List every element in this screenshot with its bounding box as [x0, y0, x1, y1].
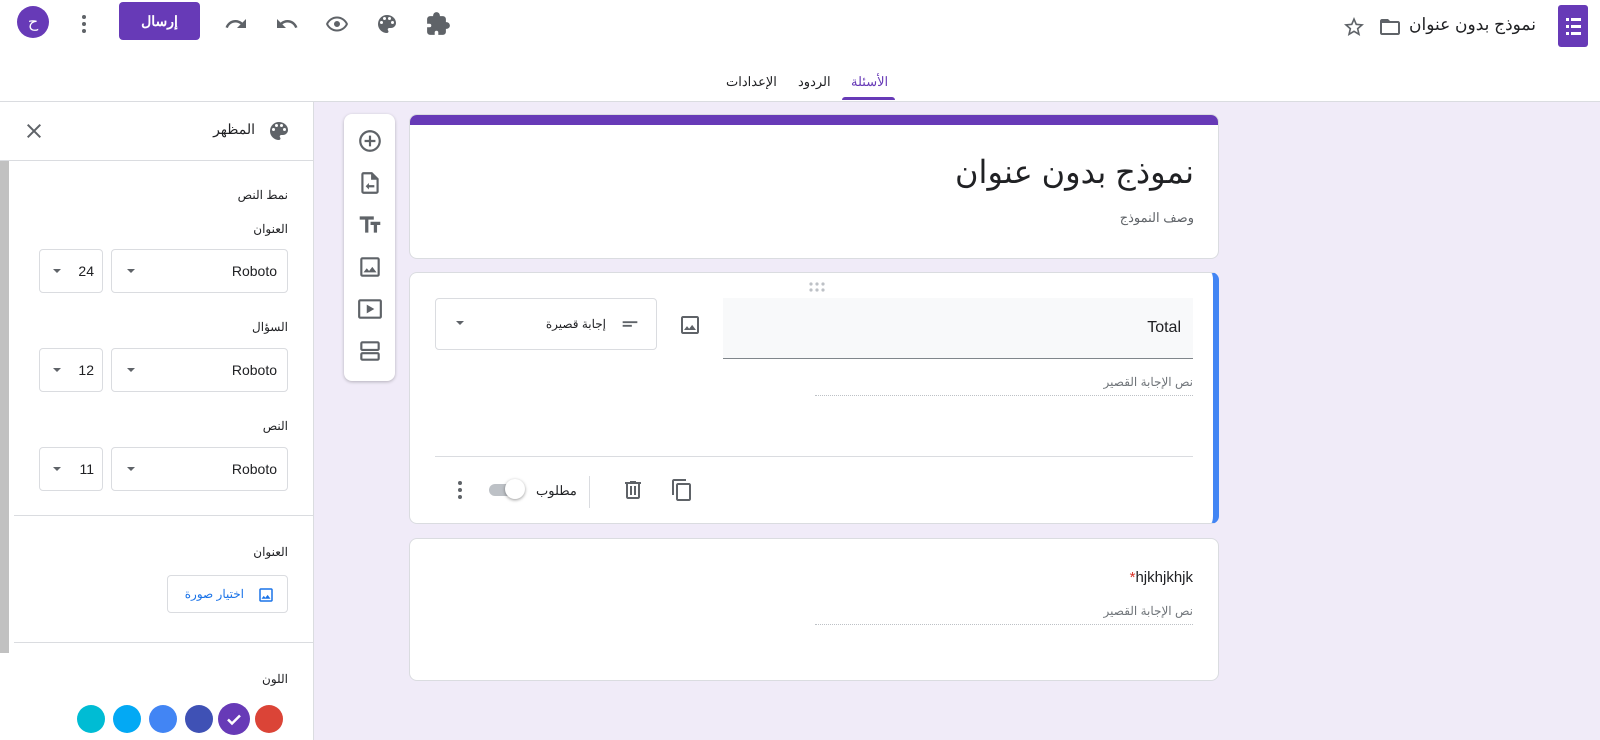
- add-title-icon[interactable]: [357, 212, 383, 238]
- chevron-down-icon: [453, 316, 467, 330]
- question-footer-divider: [435, 456, 1193, 457]
- image-icon: [257, 586, 275, 604]
- delete-icon[interactable]: [621, 478, 645, 502]
- question-type-label: إجابة قصيرة: [545, 317, 606, 331]
- question-card[interactable]: *hjkhjkhjk نص الإجابة القصير: [409, 538, 1219, 681]
- text-size-select[interactable]: 11: [39, 447, 103, 491]
- palette-icon: [267, 119, 291, 143]
- form-title[interactable]: نموذج بدون عنوان: [955, 153, 1194, 191]
- choose-image-button[interactable]: اختيار صورة: [167, 575, 288, 613]
- panel-divider: [14, 642, 314, 643]
- footer-vertical-divider: [589, 476, 590, 508]
- color-swatch-blue[interactable]: [149, 705, 177, 733]
- short-answer-placeholder: نص الإجابة القصير: [815, 604, 1193, 625]
- check-icon: [227, 714, 241, 726]
- chevron-down-icon: [50, 264, 64, 278]
- header-size-value: 24: [78, 263, 94, 279]
- form-title-card[interactable]: نموذج بدون عنوان وصف النموذج: [409, 114, 1219, 259]
- tab-questions[interactable]: الأسئلة: [851, 74, 888, 90]
- question-size-select[interactable]: 12: [39, 348, 103, 392]
- add-video-icon[interactable]: [357, 296, 383, 322]
- theme-panel-header: المظهر: [0, 102, 313, 161]
- color-swatch-cyan[interactable]: [77, 705, 105, 733]
- top-bar: نموذج بدون عنوان إرسال ح الأسئلة الردود …: [0, 0, 1600, 102]
- required-label: مطلوب: [536, 483, 577, 498]
- addon-icon[interactable]: [426, 12, 450, 36]
- redo-icon[interactable]: [224, 12, 248, 36]
- tab-responses[interactable]: الردود: [798, 74, 831, 90]
- required-toggle[interactable]: [487, 479, 525, 499]
- tab-selected-indicator: [842, 97, 895, 100]
- chevron-down-icon: [124, 264, 138, 278]
- short-text-icon: [619, 313, 641, 335]
- duplicate-icon[interactable]: [670, 478, 694, 502]
- more-vert-icon[interactable]: [72, 12, 96, 36]
- chevron-down-icon: [50, 462, 64, 476]
- header-font-label: العنوان: [253, 222, 288, 236]
- form-description-field[interactable]: وصف النموذج: [1120, 210, 1194, 226]
- question-card-active[interactable]: Total إجابة قصيرة نص الإجابة القصير مطلو…: [409, 272, 1219, 524]
- header-image-label: العنوان: [253, 545, 288, 559]
- text-size-value: 11: [79, 461, 94, 477]
- question-toolbar: [344, 114, 395, 381]
- add-section-icon[interactable]: [357, 338, 383, 364]
- question-title-text: Total: [1147, 319, 1181, 336]
- theme-panel-title: المظهر: [213, 121, 255, 137]
- short-answer-placeholder: نص الإجابة القصير: [815, 375, 1193, 396]
- preview-eye-icon[interactable]: [325, 12, 349, 36]
- question-font-label: السؤال: [252, 320, 288, 334]
- add-image-icon[interactable]: [357, 254, 383, 280]
- question-font-select[interactable]: Roboto: [111, 348, 288, 392]
- account-avatar[interactable]: ح: [17, 6, 49, 38]
- color-swatch-light-blue[interactable]: [113, 705, 141, 733]
- question-font-value: Roboto: [231, 362, 277, 378]
- chevron-down-icon: [50, 363, 64, 377]
- header-font-select[interactable]: Roboto: [111, 249, 288, 293]
- folder-icon[interactable]: [1378, 15, 1402, 39]
- chevron-down-icon: [124, 363, 138, 377]
- add-image-icon[interactable]: [678, 313, 702, 337]
- text-font-value: Roboto: [231, 461, 277, 477]
- drag-handle-icon[interactable]: [807, 281, 827, 293]
- forms-app-icon[interactable]: [1558, 5, 1588, 47]
- text-font-label: النص: [262, 419, 288, 433]
- chevron-down-icon: [124, 462, 138, 476]
- panel-divider: [14, 515, 314, 516]
- palette-icon[interactable]: [375, 12, 399, 36]
- text-style-label: نمط النص: [237, 188, 288, 202]
- question-type-select[interactable]: إجابة قصيرة: [435, 298, 657, 350]
- choose-image-label: اختيار صورة: [184, 587, 244, 601]
- import-questions-icon[interactable]: [357, 170, 383, 196]
- color-swatch-red[interactable]: [255, 705, 283, 733]
- close-icon[interactable]: [22, 119, 46, 143]
- question-title-input[interactable]: Total: [723, 298, 1193, 359]
- question-title: *hjkhjkhjk: [1126, 569, 1193, 586]
- star-icon[interactable]: [1342, 15, 1366, 39]
- text-font-select[interactable]: Roboto: [111, 447, 288, 491]
- tab-settings[interactable]: الإعدادات: [726, 74, 777, 90]
- undo-icon[interactable]: [275, 12, 299, 36]
- color-swatch-purple-selected[interactable]: [218, 703, 250, 735]
- send-button[interactable]: إرسال: [119, 2, 200, 40]
- more-vert-icon[interactable]: [448, 478, 472, 502]
- add-question-icon[interactable]: [357, 128, 383, 154]
- question-title-text: hjkhjkhjk: [1135, 569, 1193, 586]
- question-size-value: 12: [78, 362, 94, 378]
- document-title[interactable]: نموذج بدون عنوان: [1409, 15, 1536, 35]
- panel-scrollbar[interactable]: [0, 161, 9, 653]
- theme-color-band: [410, 115, 1218, 125]
- header-size-select[interactable]: 24: [39, 249, 103, 293]
- header-font-value: Roboto: [231, 263, 277, 279]
- color-swatch-indigo[interactable]: [185, 705, 213, 733]
- color-label: اللون: [262, 672, 288, 686]
